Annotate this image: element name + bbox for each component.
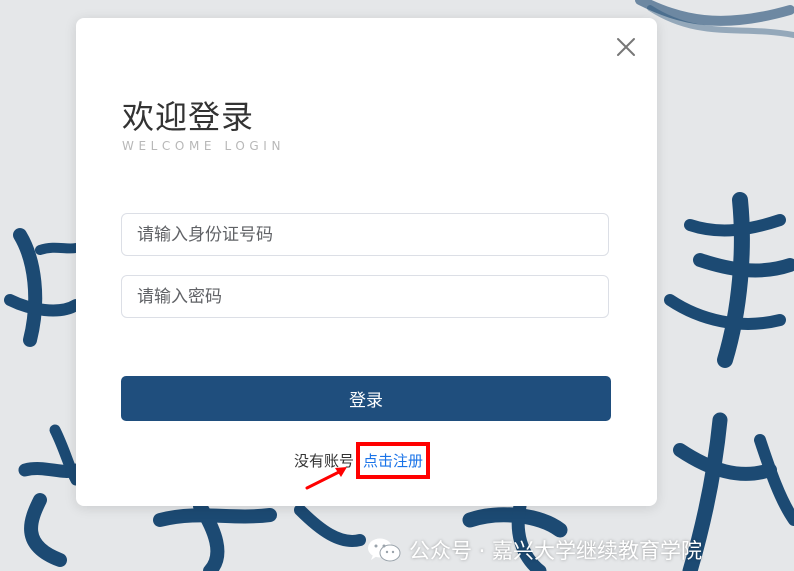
register-link[interactable]: 点击注册 xyxy=(356,442,431,479)
watermark: 公众号 · 嘉兴大学继续教育学院 xyxy=(367,535,702,565)
wechat-icon xyxy=(368,538,401,562)
id-number-input[interactable] xyxy=(121,213,609,256)
watermark-text: 公众号 · 嘉兴大学继续教育学院 xyxy=(409,539,703,563)
page-title: 欢迎登录 xyxy=(122,98,255,136)
page-subtitle: WELCOME LOGIN xyxy=(122,139,286,153)
login-button[interactable]: 登录 xyxy=(121,376,611,421)
login-modal: 欢迎登录 WELCOME LOGIN 登录 没有账号 点击注册 xyxy=(76,18,657,506)
password-input[interactable] xyxy=(121,275,609,318)
close-icon[interactable] xyxy=(613,34,639,60)
annotation-arrow-icon xyxy=(305,467,347,490)
